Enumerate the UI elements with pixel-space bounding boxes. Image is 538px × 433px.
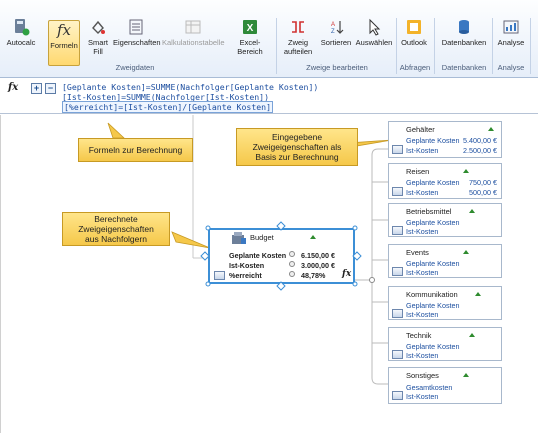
notes-icon[interactable] (392, 187, 403, 196)
expand-triangle-icon[interactable] (463, 373, 469, 377)
branch-title: Events (406, 248, 429, 257)
notes-icon[interactable] (392, 391, 403, 400)
branch-title: Reisen (406, 167, 430, 176)
branch-title: Gehälter (406, 125, 435, 134)
branch-row-value: 750,00 € (469, 178, 497, 187)
branch-row-label: Geplante Kosten (406, 218, 460, 227)
branch-title: Technik (406, 331, 432, 340)
notes-icon[interactable] (392, 267, 403, 276)
branch-row-value: 2.500,00 € (463, 146, 497, 155)
expand-triangle-icon[interactable] (469, 333, 475, 337)
notes-icon[interactable] (392, 309, 403, 318)
branch-title: Betriebsmittel (406, 207, 452, 216)
branch-row-label: Geplante Kosten (406, 136, 460, 145)
branch-card-sonstiges[interactable]: Sonstiges Gesamtkosten Ist-Kosten (388, 367, 502, 404)
branch-card-reisen[interactable]: Reisen Geplante Kosten 750,00 € Ist-Kost… (388, 163, 502, 199)
branch-card-technik[interactable]: Technik Geplante Kosten Ist-Kosten (388, 327, 502, 361)
branch-row-label: Geplante Kosten (406, 301, 460, 310)
branch-row-label: Geplante Kosten (406, 259, 460, 268)
notes-icon[interactable] (392, 350, 403, 359)
branch-card-kommunikation[interactable]: Kommunikation Geplante Kosten Ist-Kosten (388, 286, 502, 320)
branch-row-label: Ist-Kosten (406, 310, 439, 319)
branch-card-events[interactable]: Events Geplante Kosten Ist-Kosten (388, 244, 502, 278)
expand-triangle-icon[interactable] (469, 209, 475, 213)
branch-row-label: Ist-Kosten (406, 146, 439, 155)
branch-card-gehaelter[interactable]: Gehälter Geplante Kosten 5.400,00 € Ist-… (388, 121, 502, 158)
branch-row-value: 500,00 € (469, 188, 497, 197)
branch-title: Kommunikation (406, 290, 458, 299)
branch-row-label: Ist-Kosten (406, 351, 439, 360)
branch-row-label: Ist-Kosten (406, 268, 439, 277)
branch-row-label: Geplante Kosten (406, 342, 460, 351)
branch-row-label: Ist-Kosten (406, 188, 439, 197)
expand-triangle-icon[interactable] (475, 292, 481, 296)
branch-row-value: 5.400,00 € (463, 136, 497, 145)
notes-icon[interactable] (392, 145, 403, 154)
branch-card-betriebsmittel[interactable]: Betriebsmittel Geplante Kosten Ist-Koste… (388, 203, 502, 237)
branch-row-label: Ist-Kosten (406, 392, 439, 401)
expand-triangle-icon[interactable] (488, 127, 494, 131)
expand-triangle-icon[interactable] (463, 250, 469, 254)
notes-icon[interactable] (392, 226, 403, 235)
branch-title: Sonstiges (406, 371, 439, 380)
expand-triangle-icon[interactable] (463, 169, 469, 173)
branch-row-label: Geplante Kosten (406, 178, 460, 187)
branch-row-label: Ist-Kosten (406, 227, 439, 236)
branch-row-label: Gesamtkosten (406, 383, 453, 392)
